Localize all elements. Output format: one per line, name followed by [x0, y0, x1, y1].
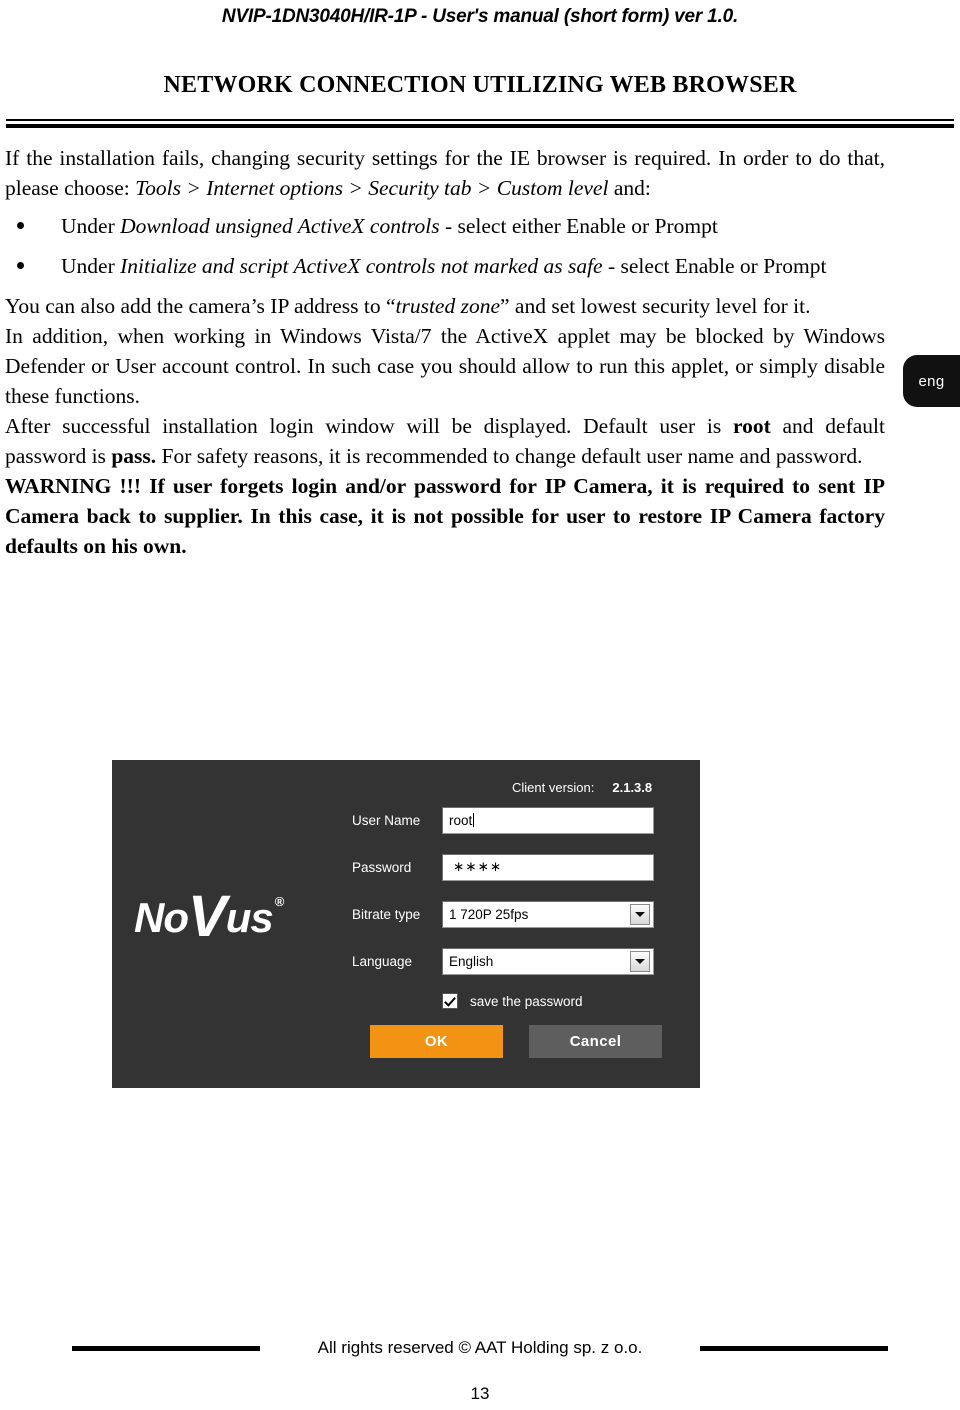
login-form: User Name root Password ∗∗∗∗ Bitrate typ… — [352, 805, 682, 1058]
trusted-zone-part2: ” and set lowest security level for it. — [500, 294, 811, 318]
footer-rule-left — [71, 1345, 260, 1351]
bullet-prefix: Under — [61, 254, 121, 278]
bitrate-type-value: 1 720P 25fps — [449, 906, 529, 922]
bitrate-type-label: Bitrate type — [352, 906, 421, 922]
default-user-value: root — [732, 414, 771, 438]
warning-paragraph: WARNING !!! If user forgets login and/or… — [5, 471, 885, 561]
activex-paragraph: In addition, when working in Windows Vis… — [5, 324, 885, 408]
language-select[interactable]: English — [442, 947, 654, 975]
bitrate-type-select[interactable]: 1 720P 25fps — [442, 900, 654, 928]
password-input[interactable]: ∗∗∗∗ — [442, 853, 654, 881]
list-item: Under Initialize and script ActiveX cont… — [5, 251, 885, 281]
chevron-down-icon[interactable] — [630, 903, 650, 925]
bullet-suffix: - select either Enable or Prompt — [439, 214, 718, 238]
client-version: Client version: 2.1.3.8 — [512, 780, 692, 795]
username-field-wrap: root — [442, 806, 654, 834]
form-row-bitrate: Bitrate type 1 720P 25fps — [352, 899, 682, 929]
list-item: Under Download unsigned ActiveX controls… — [5, 211, 885, 241]
login-info-part3: For safety reasons, it is recommended to… — [156, 444, 863, 468]
manual-page: NVIP-1DN3040H/IR-1P - User's manual (sho… — [0, 0, 960, 1410]
save-password-checkbox[interactable] — [442, 993, 458, 1009]
form-row-language: Language English — [352, 946, 682, 976]
intro-text-part2: and: — [608, 176, 651, 200]
logo-part-no: No — [134, 894, 189, 941]
chevron-down-icon[interactable] — [630, 950, 650, 972]
bitrate-field-wrap: 1 720P 25fps — [442, 900, 654, 928]
title-divider — [6, 119, 954, 128]
login-info-part1: After successful installation login wind… — [5, 414, 733, 438]
language-value: English — [449, 953, 494, 969]
dialog-button-row: OK Cancel — [370, 1025, 682, 1058]
bullet-prefix: Under — [61, 214, 121, 238]
password-field-wrap: ∗∗∗∗ — [442, 853, 654, 881]
save-password-row[interactable]: save the password — [442, 993, 682, 1009]
running-header: NVIP-1DN3040H/IR-1P - User's manual (sho… — [221, 6, 739, 27]
bullet-dot-icon — [17, 262, 24, 269]
trusted-zone-paragraph: You can also add the camera’s IP address… — [5, 291, 885, 321]
bullet-emphasis: Initialize and script ActiveX controls n… — [120, 254, 603, 278]
password-label: Password — [352, 859, 412, 875]
footer-copyright: All rights reserved © AAT Holding sp. z … — [317, 1338, 643, 1357]
bullet-dot-icon — [17, 222, 24, 229]
language-tab-label: eng — [918, 372, 945, 390]
text-cursor-icon — [473, 813, 475, 827]
language-field-wrap: English — [442, 947, 654, 975]
registered-trademark-icon: ® — [274, 894, 285, 909]
bullet-emphasis: Download unsigned ActiveX controls — [120, 214, 440, 238]
footer-rule-right — [700, 1345, 889, 1351]
trusted-zone-part1: You can also add the camera’s IP address… — [5, 294, 396, 318]
client-version-label: Client version: — [512, 780, 595, 795]
language-tab-eng[interactable]: eng — [903, 355, 960, 407]
page-footer: All rights reserved © AAT Holding sp. z … — [0, 1338, 960, 1358]
save-password-label: save the password — [470, 993, 583, 1009]
warning-label: WARNING !!! — [5, 474, 141, 498]
novus-logo: NoVus ® — [134, 888, 285, 946]
logo-part-v: V — [188, 884, 227, 949]
settings-bullet-list: Under Download unsigned ActiveX controls… — [5, 211, 885, 281]
form-row-password: Password ∗∗∗∗ — [352, 852, 682, 882]
form-row-username: User Name root — [352, 805, 682, 835]
login-info-paragraph: After successful installation login wind… — [5, 411, 885, 471]
triangle-glyph — [635, 911, 645, 917]
bullet-suffix: - select Enable or Prompt — [602, 254, 827, 278]
client-version-value: 2.1.3.8 — [612, 780, 653, 795]
page-title: NETWORK CONNECTION UTILIZING WEB BROWSER — [163, 72, 797, 98]
intro-paragraph: If the installation fails, changing secu… — [5, 143, 885, 203]
default-password-value: pass. — [111, 444, 157, 468]
trusted-zone-emphasis: trusted zone — [395, 294, 501, 318]
page-number: 13 — [470, 1384, 490, 1403]
menu-path: Tools > Internet options > Security tab … — [135, 176, 609, 200]
login-window-screenshot: Client version: 2.1.3.8 NoVus ® User Name… — [112, 760, 700, 1088]
language-label: Language — [352, 953, 413, 969]
username-input[interactable]: root — [442, 806, 654, 834]
ok-button[interactable]: OK — [370, 1025, 503, 1058]
triangle-glyph — [635, 958, 645, 964]
body-content: If the installation fails, changing secu… — [5, 143, 885, 561]
username-value: root — [449, 812, 473, 828]
cancel-button[interactable]: Cancel — [529, 1025, 662, 1058]
logo-part-us: us — [225, 894, 274, 941]
divider-line-thick — [6, 124, 954, 128]
username-label: User Name — [352, 812, 421, 828]
